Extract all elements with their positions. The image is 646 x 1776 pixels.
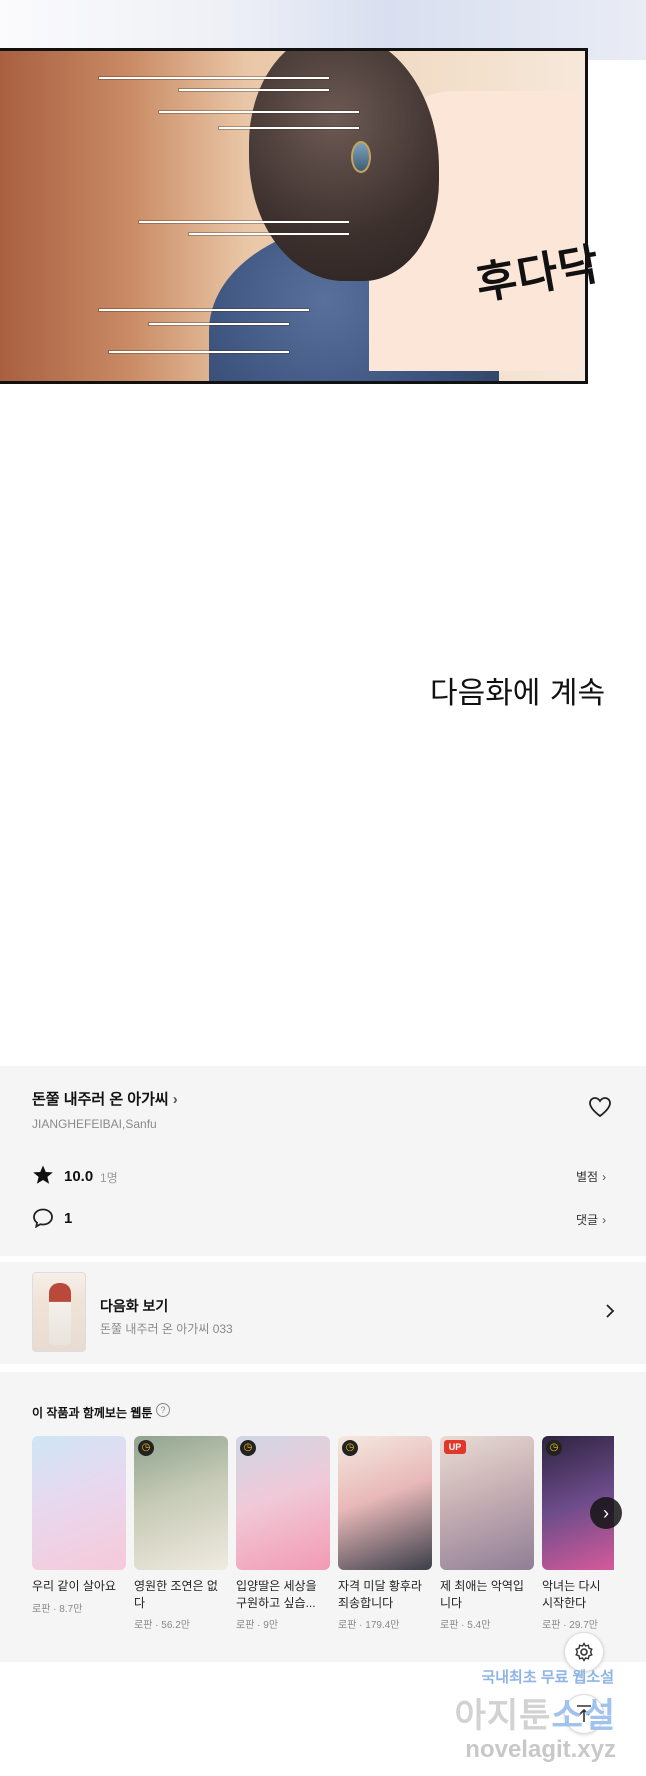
webtoon-card-title[interactable]: 제 최애는 악역입니다 <box>440 1578 534 1612</box>
webtoon-card-cover[interactable]: ◷ <box>236 1436 330 1570</box>
comment-link-label: 댓글 <box>576 1213 599 1227</box>
webtoon-card-meta: 로판 · 29.7만 <box>542 1620 598 1631</box>
webtoon-card-title[interactable]: 자격 미달 황후라 죄송합니다 <box>338 1578 432 1612</box>
up-badge: UP <box>444 1440 466 1454</box>
chevron-right-icon: › <box>602 1170 607 1184</box>
star-icon <box>32 1164 54 1191</box>
series-title: 돈쭐 내주러 온 아가씨 <box>32 1091 169 1108</box>
webtoon-card-meta: 로판 · 179.4만 <box>338 1620 400 1631</box>
webtoon-card-meta: 로판 · 56.2만 <box>134 1620 190 1631</box>
rating-count: 1명 <box>100 1171 118 1185</box>
speed-line <box>139 221 349 223</box>
next-episode-row[interactable] <box>0 1262 646 1364</box>
chevron-right-icon: › <box>172 1091 178 1108</box>
series-title-link[interactable]: 돈쭐 내주러 온 아가씨 › <box>32 1088 178 1109</box>
earring <box>351 141 371 173</box>
clock-badge-icon: ◷ <box>546 1440 562 1456</box>
watermark-line2b: 소설 <box>551 1697 616 1735</box>
comment-icon <box>32 1207 54 1234</box>
heart-icon[interactable] <box>588 1096 612 1123</box>
speed-line <box>159 111 359 113</box>
webtoon-card-cover[interactable]: ◷ <box>338 1436 432 1570</box>
comic-frame <box>0 48 588 384</box>
webtoon-card-title[interactable]: 우리 같이 살아요 <box>32 1578 126 1595</box>
watermark-line1b: 웹소설 <box>572 1669 614 1686</box>
site-watermark: 국내최초 무료 웹소설 아지툰소설 novelagit.xyz <box>420 1660 646 1776</box>
speed-line <box>189 233 349 235</box>
speed-line <box>179 89 329 91</box>
next-episode-thumbnail <box>32 1272 86 1352</box>
speed-line <box>109 351 289 353</box>
chevron-right-icon <box>604 1303 616 1324</box>
rating-link[interactable]: 별점 › <box>576 1168 606 1185</box>
watermark-line2a: 아지툰 <box>454 1697 552 1735</box>
watermark-line1a: 국내최초 무료 <box>481 1669 569 1686</box>
carousel-next-button[interactable]: › <box>590 1497 622 1529</box>
speed-line <box>99 309 309 311</box>
speed-line <box>99 77 329 79</box>
comic-panel: 후다닥 <box>0 0 646 400</box>
character-hair <box>249 51 439 281</box>
watermark-url: novelagit.xyz <box>465 1736 616 1763</box>
speed-line <box>149 323 289 325</box>
next-episode-subtitle: 돈쭐 내주러 온 아가씨 033 <box>100 1322 233 1336</box>
webtoon-card-meta: 로판 · 5.4만 <box>440 1620 491 1631</box>
clock-badge-icon: ◷ <box>342 1440 358 1456</box>
next-episode-label: 다음화 보기 <box>100 1298 169 1314</box>
recommendation-heading: 이 작품과 함께보는 웹툰 <box>32 1406 153 1420</box>
to-be-continued-text: 다음화에 계속 <box>430 676 606 711</box>
chevron-right-icon: › <box>602 1213 607 1227</box>
webtoon-card-meta: 로판 · 8.7만 <box>32 1604 83 1615</box>
webtoon-card-title[interactable]: 영원한 조연은 없다 <box>134 1578 228 1612</box>
speed-line <box>219 127 359 129</box>
webtoon-card-meta: 로판 · 9만 <box>236 1620 279 1631</box>
webtoon-card-title[interactable]: 입양딸은 세상을 구원하고 싶습... <box>236 1578 330 1612</box>
divider <box>0 1364 646 1372</box>
rating-link-label: 별점 <box>576 1170 599 1184</box>
clock-badge-icon: ◷ <box>240 1440 256 1456</box>
webtoon-card-cover[interactable]: ◷ <box>134 1436 228 1570</box>
comment-link[interactable]: 댓글 › <box>576 1211 606 1228</box>
rating-value: 10.0 <box>64 1168 94 1185</box>
webtoon-card-cover[interactable]: UP <box>440 1436 534 1570</box>
webtoon-card-cover[interactable] <box>32 1436 126 1570</box>
help-icon[interactable]: ? <box>156 1403 170 1417</box>
series-author: JIANGHEFEIBAI,Sanfu <box>32 1117 157 1131</box>
comment-count: 1 <box>64 1210 73 1227</box>
webtoon-card-title[interactable]: 악녀는 다시 시작한다 <box>542 1578 614 1612</box>
clock-badge-icon: ◷ <box>138 1440 154 1456</box>
